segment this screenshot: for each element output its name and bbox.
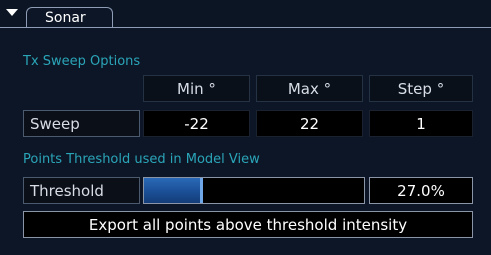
sweep-row-label: Sweep <box>23 110 140 137</box>
sweep-step-field[interactable]: 1 <box>369 110 473 137</box>
export-points-button[interactable]: Export all points above threshold intens… <box>23 211 473 238</box>
tab-strip: Sonar <box>0 0 491 28</box>
sweep-min-field[interactable]: -22 <box>143 110 250 137</box>
threshold-slider-fill <box>144 178 203 203</box>
tab-sonar[interactable]: Sonar <box>26 7 113 28</box>
threshold-slider-handle[interactable] <box>200 178 203 203</box>
sonar-panel: Sonar Tx Sweep Options Min ° Max ° Step … <box>0 0 491 255</box>
collapse-triangle-icon[interactable] <box>5 5 19 19</box>
tab-sonar-label: Sonar <box>45 10 86 26</box>
threshold-slider[interactable] <box>143 177 365 204</box>
column-header-max: Max ° <box>256 75 363 102</box>
column-header-step: Step ° <box>369 75 473 102</box>
sweep-options-title: Tx Sweep Options <box>23 54 141 69</box>
column-header-min: Min ° <box>143 75 250 102</box>
points-threshold-title: Points Threshold used in Model View <box>23 152 260 167</box>
tab-strip-divider <box>0 27 491 28</box>
sweep-max-field[interactable]: 22 <box>256 110 363 137</box>
threshold-label: Threshold <box>23 177 140 204</box>
threshold-value: 27.0% <box>369 177 473 204</box>
